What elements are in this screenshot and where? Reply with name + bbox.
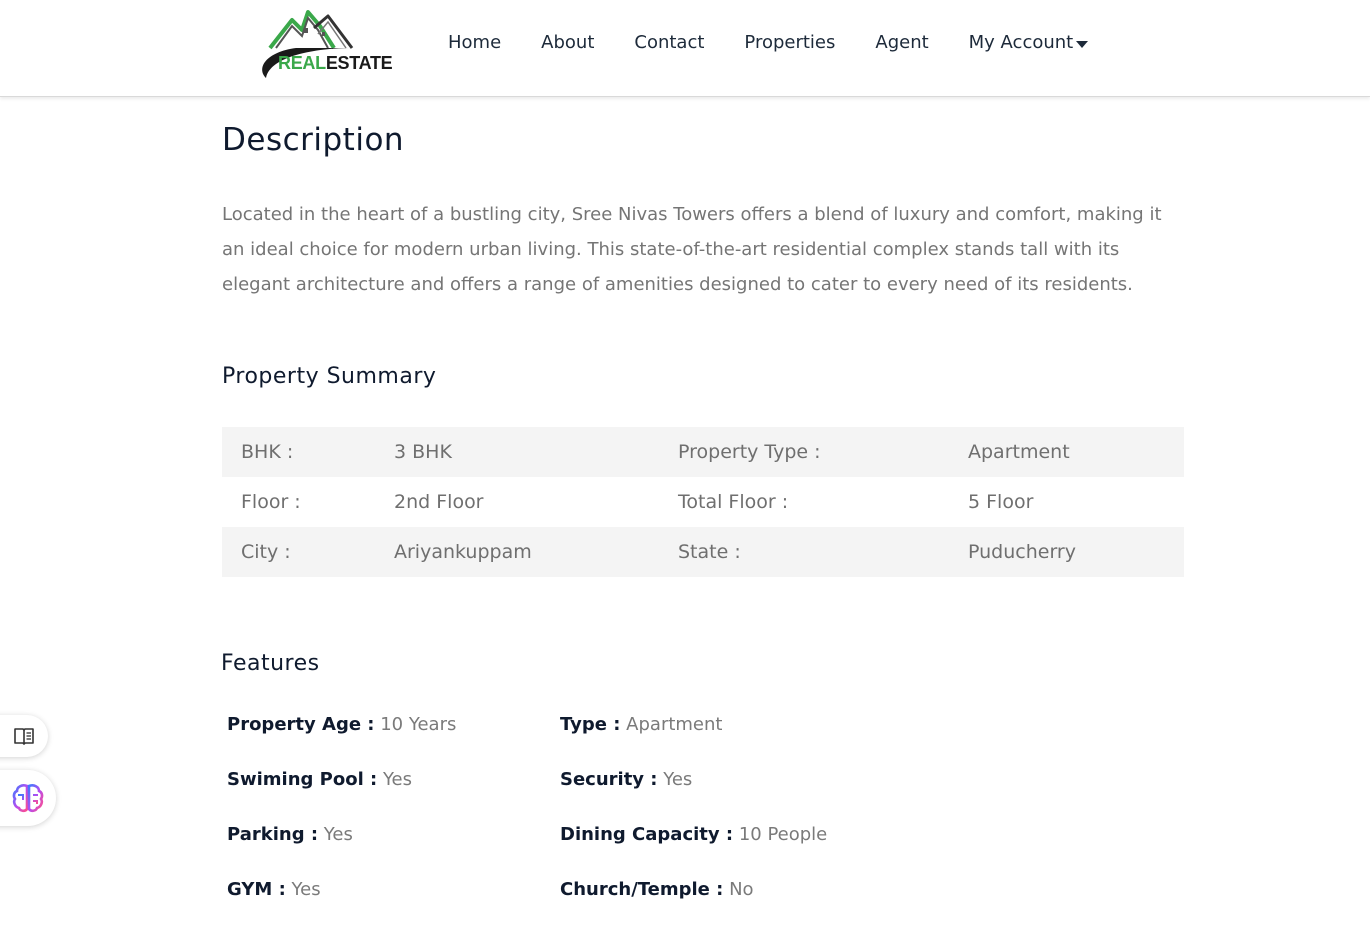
summary-key: State : [678, 541, 741, 563]
features-title: Features [221, 651, 320, 676]
summary-value: 3 BHK [394, 441, 452, 463]
feature-value: No [729, 879, 754, 900]
book-reader-icon [14, 728, 34, 745]
feature-value: Yes [291, 879, 321, 900]
summary-value: Ariyankuppam [394, 541, 532, 563]
feature-key: Swiming Pool : [227, 769, 378, 790]
table-row: Floor : 2nd Floor Total Floor : 5 Floor [222, 477, 1184, 527]
feature-value: Apartment [626, 714, 723, 735]
logo-wordmark: REALESTATE [278, 53, 393, 74]
summary-value: Apartment [968, 441, 1070, 463]
main-nav: Home About Contact Properties Agent My A… [448, 32, 1089, 53]
summary-key: City : [241, 541, 291, 563]
summary-key: Total Floor : [678, 491, 789, 513]
feature-row: Parking : Yes Dining Capacity : 10 Peopl… [227, 824, 1127, 879]
feature-item: Property Age : 10 Years [227, 714, 560, 769]
table-row: BHK : 3 BHK Property Type : Apartment [222, 427, 1184, 477]
feature-item: Security : Yes [560, 769, 893, 824]
feature-key: Church/Temple : [560, 879, 724, 900]
property-summary-title: Property Summary [222, 364, 437, 389]
description-title: Description [222, 122, 405, 158]
feature-key: Security : [560, 769, 658, 790]
feature-row: Property Age : 10 Years Type : Apartment [227, 714, 1127, 769]
feature-key: Dining Capacity : [560, 824, 734, 845]
nav-my-account-dropdown[interactable]: My Account [969, 32, 1089, 53]
feature-key: Type : [560, 714, 621, 735]
table-row: City : Ariyankuppam State : Puducherry [222, 527, 1184, 577]
ai-assistant-button[interactable] [0, 770, 56, 826]
site-header: REALESTATE Home About Contact Properties… [0, 0, 1370, 97]
features-list: Property Age : 10 Years Type : Apartment… [227, 714, 1127, 934]
summary-key: BHK : [241, 441, 294, 463]
nav-home-link[interactable]: Home [448, 32, 501, 53]
nav-contact-link[interactable]: Contact [634, 32, 704, 53]
nav-my-account-label: My Account [968, 32, 1074, 53]
feature-value: 10 People [738, 824, 828, 845]
nav-about-label: About [541, 32, 595, 53]
feature-row: GYM : Yes Church/Temple : No [227, 879, 1127, 934]
feature-item: Parking : Yes [227, 824, 560, 879]
nav-agent-label: Agent [875, 32, 929, 53]
site-logo[interactable]: REALESTATE [256, 8, 393, 82]
description-text: Located in the heart of a bustling city,… [222, 204, 1162, 295]
feature-item: GYM : Yes [227, 879, 560, 934]
nav-agent-link[interactable]: Agent [875, 32, 928, 53]
nav-properties-label: Properties [744, 32, 836, 53]
property-summary-table: BHK : 3 BHK Property Type : Apartment Fl… [222, 427, 1184, 577]
summary-key: Property Type : [678, 441, 821, 463]
feature-row: Swiming Pool : Yes Security : Yes [227, 769, 1127, 824]
feature-key: Property Age : [227, 714, 375, 735]
brain-icon [12, 784, 44, 813]
summary-value: 2nd Floor [394, 491, 484, 513]
feature-item: Dining Capacity : 10 People [560, 824, 893, 879]
feature-key: Parking : [227, 824, 319, 845]
feature-value: Yes [382, 769, 413, 790]
feature-item: Type : Apartment [560, 714, 893, 769]
logo-text-real: REAL [278, 53, 326, 73]
nav-home-label: Home [448, 32, 502, 53]
feature-item: Swiming Pool : Yes [227, 769, 560, 824]
feature-item: Church/Temple : No [560, 879, 893, 934]
nav-contact-label: Contact [634, 32, 705, 53]
logo-text-estate: ESTATE [325, 53, 393, 73]
summary-value: 5 Floor [968, 491, 1034, 513]
caret-down-icon [1076, 40, 1089, 48]
nav-properties-link[interactable]: Properties [744, 32, 835, 53]
reader-mode-button[interactable] [0, 715, 48, 757]
feature-value: 10 Years [380, 714, 457, 735]
summary-value: Puducherry [968, 541, 1076, 563]
feature-key: GYM : [227, 879, 286, 900]
feature-value: Yes [323, 824, 353, 845]
feature-value: Yes [663, 769, 693, 790]
summary-key: Floor : [241, 491, 301, 513]
nav-about-link[interactable]: About [541, 32, 594, 53]
